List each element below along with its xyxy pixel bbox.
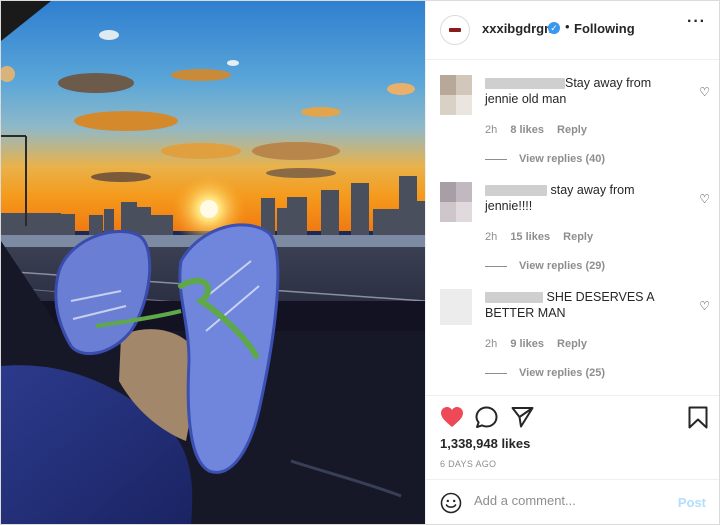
comment-text-block: Stay away from jennie old man bbox=[485, 75, 665, 107]
save-bookmark-icon[interactable] bbox=[688, 406, 708, 429]
comment-icon[interactable] bbox=[475, 406, 498, 429]
post-comment-button[interactable]: Post bbox=[678, 495, 706, 510]
like-comment-heart-icon[interactable]: ♡ bbox=[699, 192, 710, 206]
post-header: xxxibgdrgn ✓ • Following ··· bbox=[426, 1, 719, 60]
author-username[interactable]: xxxibgdrgn bbox=[482, 21, 552, 36]
redacted-username bbox=[485, 185, 547, 197]
reply-button[interactable]: Reply bbox=[557, 124, 587, 136]
comment-meta: 2h 9 likes Reply bbox=[485, 338, 597, 350]
like-comment-heart-icon[interactable]: ♡ bbox=[699, 85, 710, 99]
post-date[interactable]: 6 DAYS AGO bbox=[440, 459, 496, 469]
view-replies-label[interactable]: View replies (40) bbox=[519, 153, 605, 165]
verified-badge-icon: ✓ bbox=[548, 22, 560, 34]
like-comment-heart-icon[interactable]: ♡ bbox=[699, 299, 710, 313]
comment-text-block: SHE DESERVES A BETTER MAN bbox=[485, 289, 665, 321]
post-side-panel: xxxibgdrgn ✓ • Following ··· Stay away f… bbox=[425, 1, 719, 524]
comment-likes[interactable]: 9 likes bbox=[510, 338, 544, 350]
add-comment-input[interactable] bbox=[474, 493, 664, 508]
comment-likes[interactable]: 15 likes bbox=[510, 231, 550, 243]
redacted-username bbox=[485, 292, 543, 304]
reply-button[interactable]: Reply bbox=[563, 231, 593, 243]
add-comment-bar: Post bbox=[426, 479, 719, 524]
separator-dot: • bbox=[565, 19, 570, 34]
sunset-feet-photo bbox=[1, 1, 425, 524]
more-options-icon[interactable]: ··· bbox=[687, 13, 706, 31]
comment-meta: 2h 8 likes Reply bbox=[485, 124, 597, 136]
commenter-avatar[interactable] bbox=[440, 289, 472, 329]
view-replies-label[interactable]: View replies (29) bbox=[519, 260, 605, 272]
reply-button[interactable]: Reply bbox=[557, 338, 587, 350]
like-heart-icon[interactable] bbox=[440, 406, 464, 428]
view-replies[interactable]: View replies (29) bbox=[485, 260, 605, 272]
comments-list[interactable]: Stay away from jennie old man ♡ 2h 8 lik… bbox=[426, 60, 719, 395]
view-replies-label[interactable]: View replies (25) bbox=[519, 367, 605, 379]
following-button[interactable]: Following bbox=[574, 21, 635, 36]
post-photo[interactable] bbox=[1, 1, 425, 524]
redacted-username bbox=[485, 78, 565, 90]
commenter-avatar[interactable] bbox=[440, 75, 472, 115]
comment-item: SHE DESERVES A BETTER MAN ♡ 2h 9 likes R… bbox=[440, 289, 710, 389]
comment-item: stay away from jennie!!!! ♡ 2h 15 likes … bbox=[440, 182, 710, 282]
comment-meta: 2h 15 likes Reply bbox=[485, 231, 603, 243]
replies-divider bbox=[485, 158, 507, 160]
comment-time: 2h bbox=[485, 231, 498, 243]
view-replies[interactable]: View replies (25) bbox=[485, 367, 605, 379]
replies-divider bbox=[485, 265, 507, 267]
replies-divider bbox=[485, 372, 507, 374]
post-actions: 1,338,948 likes 6 DAYS AGO bbox=[426, 395, 719, 476]
comment-text-block: stay away from jennie!!!! bbox=[485, 182, 665, 214]
emoji-smiley-icon[interactable] bbox=[440, 492, 462, 514]
view-replies[interactable]: View replies (40) bbox=[485, 153, 605, 165]
comment-item: Stay away from jennie old man ♡ 2h 8 lik… bbox=[440, 75, 710, 175]
commenter-avatar[interactable] bbox=[440, 182, 472, 222]
instagram-post: xxxibgdrgn ✓ • Following ··· Stay away f… bbox=[0, 0, 720, 525]
author-avatar[interactable] bbox=[440, 15, 470, 45]
comment-likes[interactable]: 8 likes bbox=[510, 124, 544, 136]
comment-time: 2h bbox=[485, 124, 498, 136]
share-icon[interactable] bbox=[511, 406, 534, 428]
likes-count[interactable]: 1,338,948 likes bbox=[440, 436, 530, 451]
comment-time: 2h bbox=[485, 338, 498, 350]
